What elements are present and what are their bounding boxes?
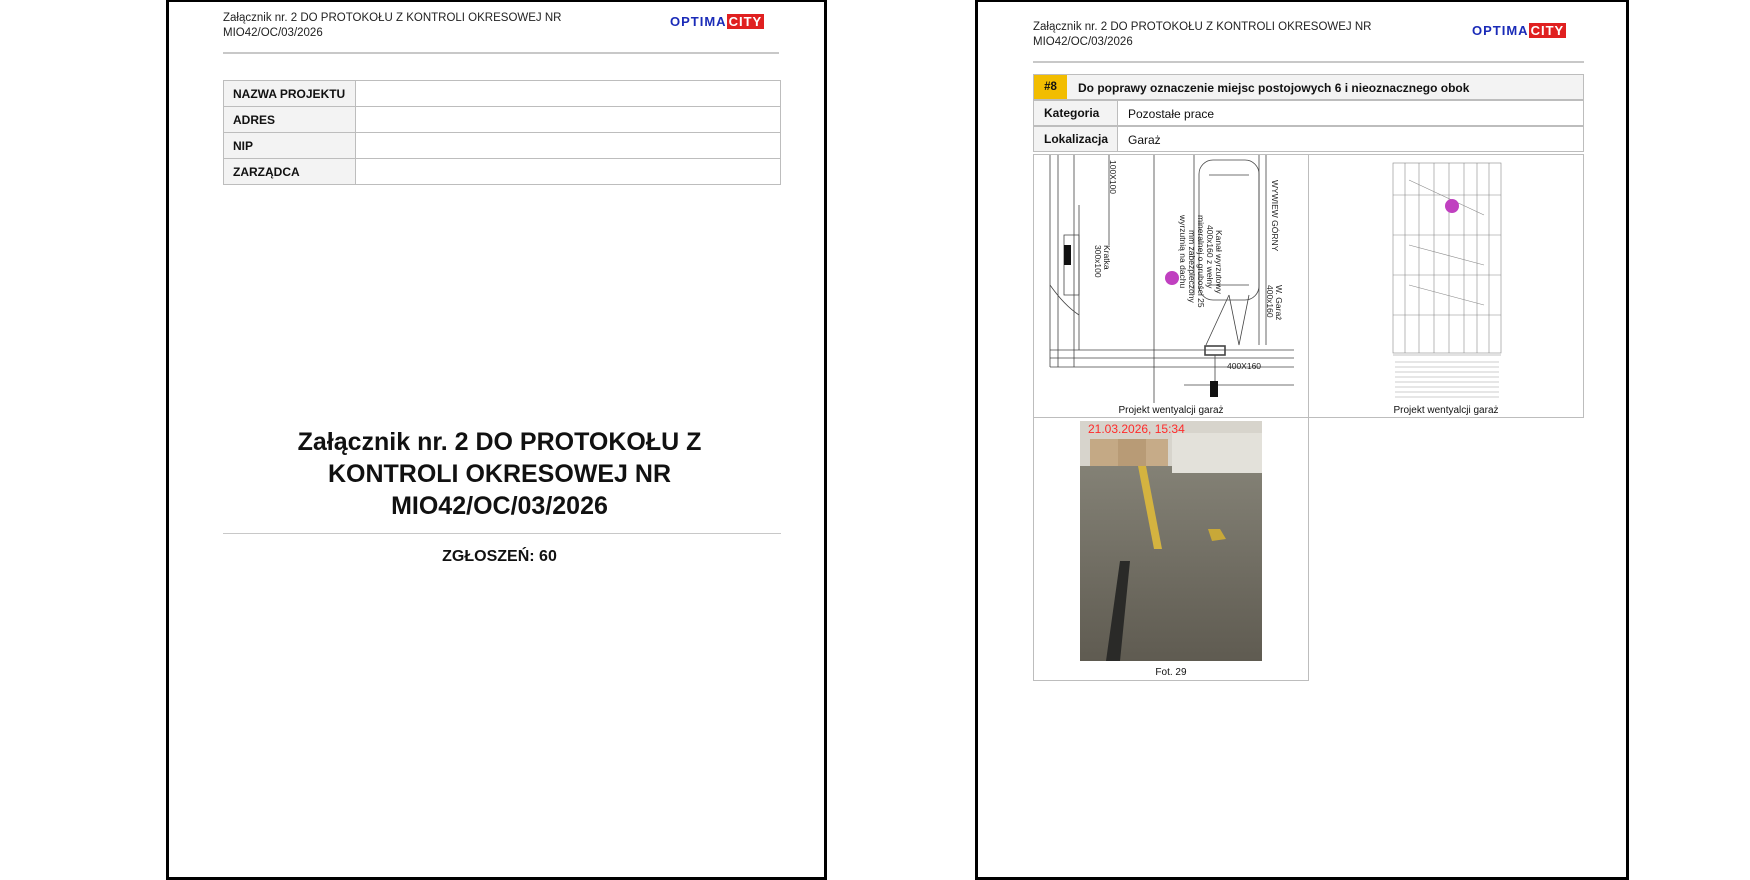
- project-info-table: NAZWA PROJEKTU ADRES NIP ZARZĄDCA: [223, 80, 781, 185]
- issue-title: Do poprawy oznaczenie miejsc postojowych…: [1078, 81, 1470, 95]
- page-1: Załącznik nr. 2 DO PROTOKOŁU Z KONTROLI …: [166, 0, 827, 880]
- category-row: Kategoria Pozostałe prace: [1033, 100, 1584, 126]
- location-row: Lokalizacja Garaż: [1033, 126, 1584, 152]
- image-cell-ventilation-plan[interactable]: Projekt wentyalcji garaż: [1308, 154, 1584, 418]
- table-row: NIP: [223, 132, 781, 159]
- photo-timestamp: 21.03.2026, 15:34: [1088, 422, 1185, 436]
- report-count: ZGŁOSZEŃ: 60: [442, 548, 557, 565]
- page-2: Załącznik nr. 2 DO PROTOKOŁU Z KONTROLI …: [975, 0, 1629, 880]
- image-caption: Projekt wentyalcji garaż: [1118, 405, 1224, 416]
- location-label: Lokalizacja: [1034, 127, 1118, 151]
- issue-number-badge: #8: [1034, 75, 1067, 99]
- image-caption: Projekt wentyalcji garaż: [1393, 405, 1499, 416]
- ventilation-plan-drawing: [1309, 155, 1583, 403]
- optima-city-logo: OPTIMA CITY: [1472, 23, 1567, 38]
- drawing-label: 400X160: [1227, 361, 1261, 371]
- header-divider: [1033, 61, 1584, 63]
- garage-floor-photo: 21.03.2026, 15:34: [1080, 421, 1262, 661]
- drawing-label: 400x160: [1265, 285, 1275, 318]
- document-title: Załącznik nr. 2 DO PROTOKOŁU Z KONTROLI …: [297, 428, 702, 520]
- optima-city-logo: OPTIMA CITY: [670, 14, 765, 29]
- header-divider: [223, 52, 779, 54]
- drawing-label: 300x100: [1093, 245, 1103, 278]
- category-label: Kategoria: [1034, 101, 1118, 125]
- issue-title-bar: #8 Do poprawy oznaczenie miejsc postojow…: [1033, 74, 1584, 100]
- title-divider: [223, 533, 781, 534]
- location-value: Garaż: [1128, 133, 1161, 147]
- table-row: NAZWA PROJEKTU: [223, 80, 781, 107]
- image-cell-photo[interactable]: 21.03.2026, 15:34 Fot. 29: [1033, 417, 1309, 681]
- image-caption: Fot. 29: [1155, 667, 1187, 678]
- table-row: ADRES: [223, 106, 781, 133]
- drawing-label: WYWIEW GÓRNY: [1270, 180, 1280, 252]
- page-header-text: Załącznik nr. 2 DO PROTOKOŁU Z KONTROLI …: [1033, 21, 1372, 48]
- drawing-label: 100X100: [1108, 160, 1118, 194]
- table-row: ZARZĄDCA: [223, 158, 781, 185]
- ventilation-drawing-detail: 100X100 Kratka 300x100 WYWIEW GÓRNY Kana…: [1034, 155, 1308, 403]
- image-cell-ventilation-detail[interactable]: 100X100 Kratka 300x100 WYWIEW GÓRNY Kana…: [1033, 154, 1309, 418]
- page-header-text: Załącznik nr. 2 DO PROTOKOŁU Z KONTROLI …: [223, 12, 562, 39]
- drawing-label: wyrzutnią na dachu: [1178, 214, 1188, 289]
- category-value: Pozostałe prace: [1128, 107, 1215, 121]
